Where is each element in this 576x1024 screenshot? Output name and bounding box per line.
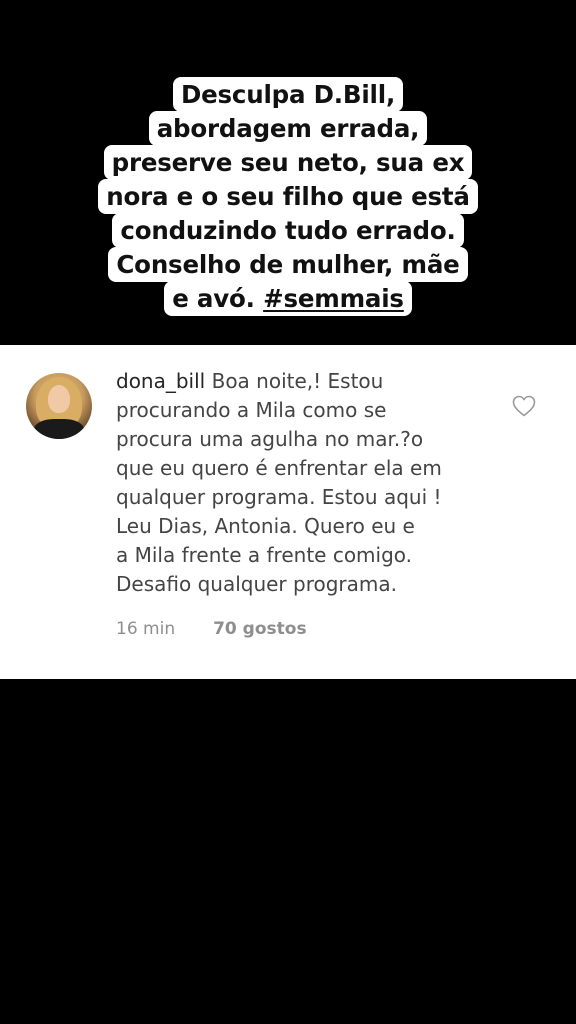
avatar-dress <box>34 419 84 439</box>
caption-line-7-prefix: e avó. <box>172 284 264 313</box>
comment-time: 16 min <box>116 619 176 639</box>
comment-username[interactable]: dona_bill <box>116 369 205 393</box>
caption-line-3: preserve seu neto, sua ex <box>103 145 473 180</box>
caption-line-1: Desculpa D.Bill, <box>172 77 404 112</box>
caption-line-7: e avó. #semmais <box>164 281 412 316</box>
story-caption: Desculpa D.Bill, abordagem errada, prese… <box>0 77 576 316</box>
comment-meta: 16 min 70 gostos <box>116 619 307 639</box>
hashtag-link[interactable]: #semmais <box>263 284 404 313</box>
heart-icon[interactable] <box>512 395 536 417</box>
comment-body: dona_bill Boa noite,! Estou procurando a… <box>116 367 496 599</box>
caption-line-4: nora e o seu filho que está <box>98 179 478 214</box>
caption-line-6: Conselho de mulher, mãe <box>108 247 468 282</box>
caption-line-5: conduzindo tudo errado. <box>112 213 464 248</box>
likes-count[interactable]: 70 gostos <box>213 619 306 639</box>
caption-line-2: abordagem errada, <box>148 111 428 146</box>
avatar-face <box>48 385 70 413</box>
avatar[interactable] <box>26 373 92 439</box>
comment-text: Boa noite,! Estou procurando a Mila como… <box>116 369 442 596</box>
comment-screenshot: dona_bill Boa noite,! Estou procurando a… <box>0 345 576 679</box>
